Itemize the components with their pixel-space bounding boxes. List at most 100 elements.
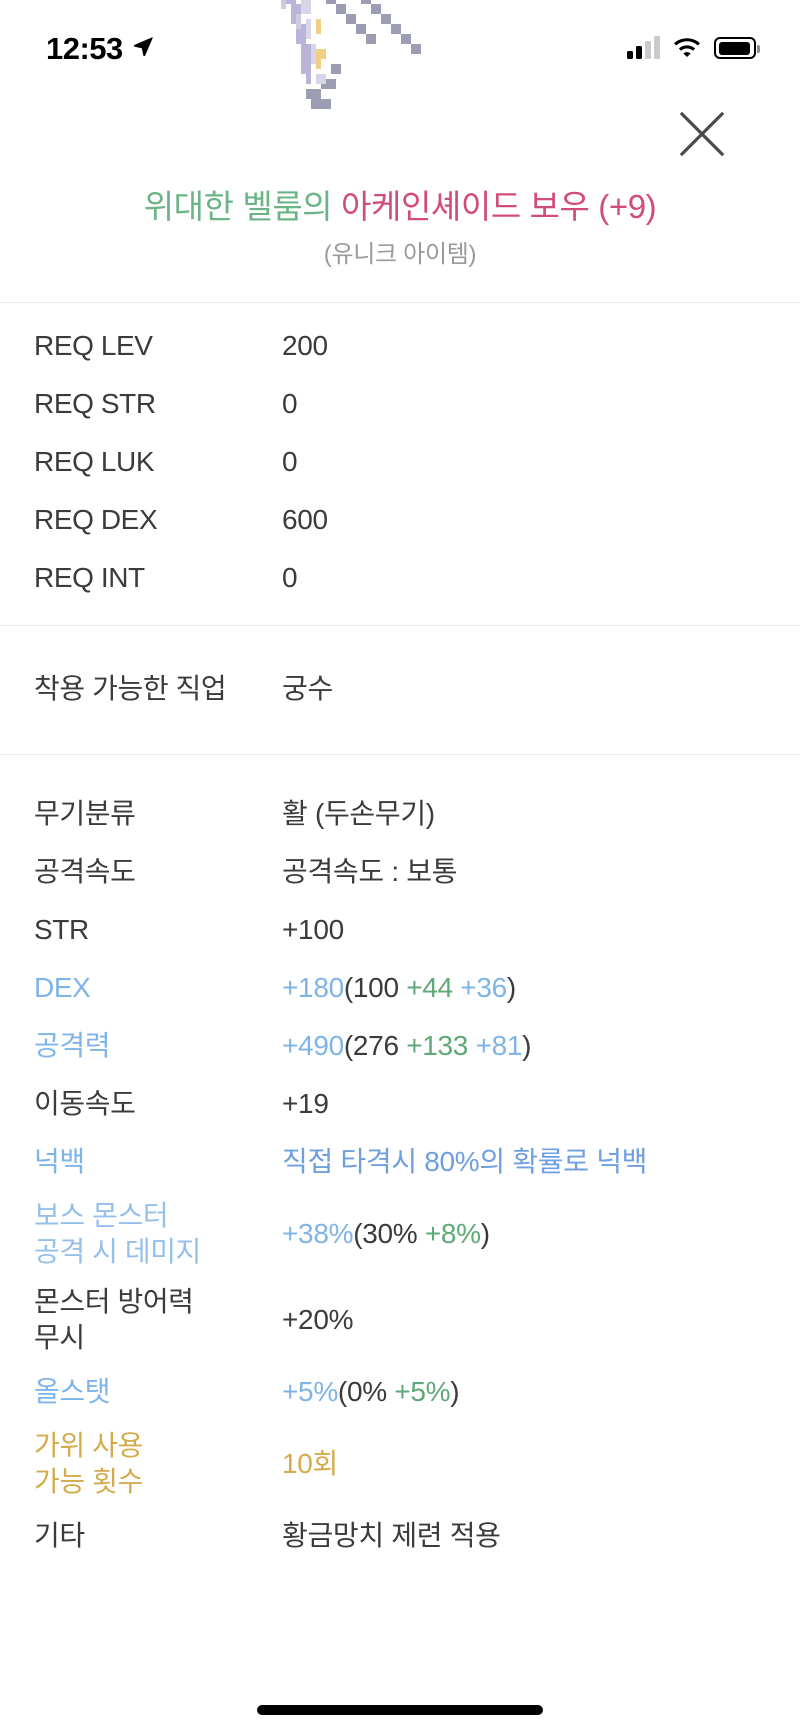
clock-time: 12:53 — [46, 30, 123, 66]
status-bar-left: 12:53 — [46, 33, 154, 64]
row-value: +490(276 +133 +81) — [282, 1028, 766, 1064]
table-row: REQ DEX 600 — [0, 491, 800, 549]
table-row: 이동속도 +19 — [0, 1075, 800, 1133]
table-row: REQ INT 0 — [0, 549, 800, 607]
row-value: 공격속도 : 보통 — [282, 854, 766, 890]
table-row: 몬스터 방어력 무시 +20% — [0, 1277, 800, 1363]
row-value: +20% — [282, 1302, 766, 1338]
stats-group: 무기분류 활 (두손무기) 공격속도 공격속도 : 보통 STR +100 DEX +180(… — [0, 754, 800, 1575]
value-segment: ) — [450, 1376, 460, 1408]
row-value: 활 (두손무기) — [282, 796, 766, 832]
status-bar-right — [627, 35, 760, 62]
table-row: 보스 몬스터 공격 시 데미지 +38%(30% +8%) — [0, 1191, 800, 1277]
value-segment: (100 — [343, 972, 407, 1004]
row-label: 공격력 — [34, 1030, 111, 1062]
value-segment: +8% — [424, 1218, 481, 1250]
row-value: 0 — [282, 446, 298, 478]
row-label: DEX — [34, 972, 91, 1004]
row-label: REQ DEX — [34, 504, 158, 536]
item-title-main: 아케인셰이드 보우 (+9) — [341, 188, 657, 225]
row-label: 넉백 — [34, 1146, 85, 1178]
cellular-signal-icon — [627, 36, 660, 59]
row-label: REQ LUK — [34, 446, 155, 478]
row-label: 공격속도 — [34, 856, 136, 888]
value-segment: +19 — [282, 1088, 329, 1120]
row-label: REQ INT — [34, 562, 145, 594]
row-label: 보스 몬스터 공격 시 데미지 — [34, 1200, 201, 1267]
table-row: 공격력 +490(276 +133 +81) — [0, 1017, 800, 1075]
item-detail-table: REQ LEV 200 REQ STR 0 REQ LUK 0 REQ DEX 600 REQ … — [0, 302, 800, 1575]
table-row: 넉백 직접 타격시 80%의 확률로 넉백 — [0, 1133, 800, 1191]
row-value: 10회 — [282, 1446, 766, 1482]
table-row: 기타 황금망치 제련 적용 — [0, 1507, 800, 1565]
table-row: 무기분류 활 (두손무기) — [0, 785, 800, 843]
value-segment: ) — [506, 972, 516, 1004]
row-value: 직접 타격시 80%의 확률로 넉백 — [282, 1144, 766, 1180]
battery-icon — [714, 37, 760, 59]
row-label: REQ LEV — [34, 330, 153, 362]
row-value: 궁수 — [282, 673, 333, 705]
item-title-prefix: 위대한 벨룸의 — [143, 188, 333, 225]
row-label: 올스탯 — [34, 1376, 111, 1408]
value-segment: +133 — [406, 1030, 476, 1062]
requirements-group: REQ LEV 200 REQ STR 0 REQ LUK 0 REQ DEX 600 REQ … — [0, 302, 800, 625]
row-value: 0 — [282, 562, 298, 594]
value-segment: +5% — [394, 1376, 451, 1408]
value-segment: ) — [522, 1030, 532, 1062]
value-segment: 활 (두손무기) — [282, 798, 435, 830]
row-value: +19 — [282, 1086, 766, 1122]
table-row: REQ LEV 200 — [0, 317, 800, 375]
value-segment: +20% — [282, 1304, 354, 1336]
value-segment: 황금망치 제련 적용 — [282, 1520, 501, 1552]
page-title: 위대한 벨룸의 아케인셰이드 보우 (+9) — [0, 185, 800, 230]
value-segment: (0% — [337, 1376, 395, 1408]
home-indicator — [257, 1705, 543, 1715]
item-grade-subtitle: (유니크 아이템) — [323, 240, 477, 268]
row-label: REQ STR — [34, 388, 156, 420]
row-label: 착용 가능한 직업 — [34, 673, 227, 705]
value-segment: 10회 — [282, 1448, 339, 1480]
value-segment: (276 — [343, 1030, 407, 1062]
row-value: +100 — [282, 912, 766, 948]
row-value: +180(100 +44 +36) — [282, 970, 766, 1006]
table-row: STR +100 — [0, 901, 800, 959]
row-value: 황금망치 제련 적용 — [282, 1518, 766, 1554]
row-value: 600 — [282, 504, 328, 536]
value-segment: (30% — [353, 1218, 425, 1250]
row-label: 몬스터 방어력 무시 — [34, 1286, 194, 1353]
table-row: 올스탯 +5%(0% +5%) — [0, 1363, 800, 1421]
value-segment: ) — [480, 1218, 490, 1250]
location-arrow-icon — [132, 35, 154, 62]
status-bar: 12:53 — [0, 0, 800, 96]
row-label: STR — [34, 914, 89, 946]
value-segment: +36 — [460, 972, 507, 1004]
row-value: 200 — [282, 330, 328, 362]
row-value: +38%(30% +8%) — [282, 1216, 766, 1252]
row-label: 무기분류 — [34, 798, 136, 830]
value-segment: 직접 타격시 80%의 확률로 넉백 — [282, 1146, 648, 1178]
table-row: 가위 사용 가능 횟수 10회 — [0, 1421, 800, 1507]
row-value: 0 — [282, 388, 298, 420]
table-row: DEX +180(100 +44 +36) — [0, 959, 800, 1017]
row-value: +5%(0% +5%) — [282, 1374, 766, 1410]
table-row: REQ LUK 0 — [0, 433, 800, 491]
value-segment: +180 — [282, 972, 344, 1004]
value-segment: +5% — [282, 1376, 338, 1408]
value-segment: +100 — [282, 914, 344, 946]
table-row: 착용 가능한 직업 궁수 — [0, 660, 800, 718]
close-icon — [679, 111, 725, 157]
row-label: 이동속도 — [34, 1088, 136, 1120]
row-label: 가위 사용 가능 횟수 — [34, 1430, 143, 1497]
close-button[interactable] — [674, 106, 730, 162]
table-row: REQ STR 0 — [0, 375, 800, 433]
table-row: 공격속도 공격속도 : 보통 — [0, 843, 800, 901]
wifi-icon — [672, 35, 702, 62]
item-title-block: 위대한 벨룸의 아케인셰이드 보우 (+9) (유니크 아이템) — [0, 185, 800, 269]
value-segment: +38% — [282, 1218, 354, 1250]
value-segment: +490 — [282, 1030, 344, 1062]
job-group: 착용 가능한 직업 궁수 — [0, 625, 800, 754]
value-segment: +81 — [475, 1030, 523, 1062]
value-segment: +44 — [406, 972, 461, 1004]
row-label: 기타 — [34, 1520, 85, 1552]
value-segment: 공격속도 : 보통 — [282, 856, 458, 888]
